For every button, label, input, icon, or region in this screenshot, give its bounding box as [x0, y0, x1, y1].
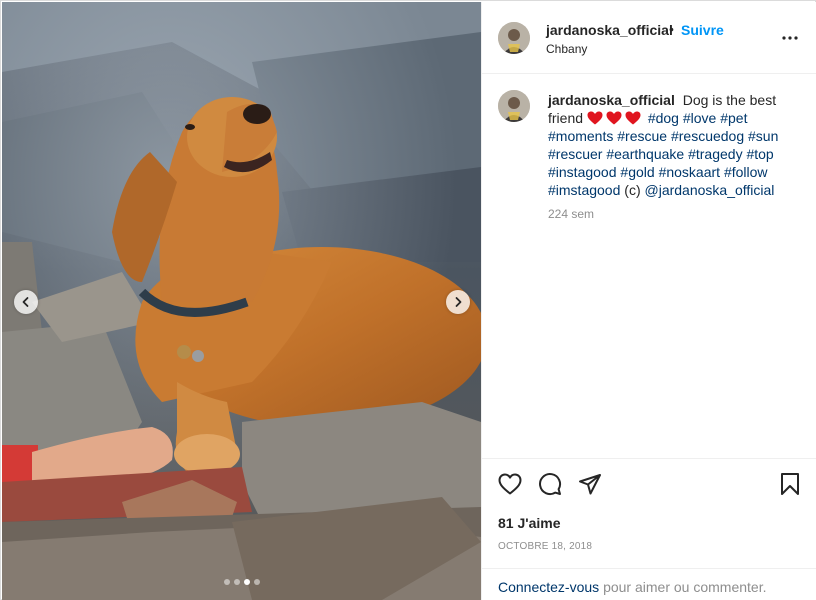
chevron-right-icon — [455, 297, 462, 307]
comment-bubble-icon — [539, 473, 562, 496]
comment-button[interactable] — [538, 472, 562, 496]
bookmark-icon — [781, 473, 799, 495]
avatar[interactable] — [498, 22, 530, 54]
paper-plane-icon — [579, 474, 601, 495]
author-username[interactable]: jardanoska_official — [546, 22, 673, 38]
login-suffix: pour aimer ou commenter. — [603, 579, 767, 595]
login-prompt-text: Connectez-vous pour aimer ou commenter. — [498, 579, 766, 595]
avatar-image — [498, 90, 530, 122]
hashtag-link[interactable]: #moments — [548, 128, 613, 144]
hashtag-link[interactable]: #dog — [648, 110, 679, 126]
caption-suffix: (c) — [624, 182, 641, 198]
more-options-button[interactable] — [778, 26, 802, 50]
post-sidebar: jardanoska_official • Suivre Chbany jard… — [481, 2, 816, 600]
carousel-prev-button[interactable] — [14, 290, 38, 314]
follow-button[interactable]: Suivre — [681, 22, 724, 38]
hashtag-link[interactable]: #rescuer — [548, 146, 602, 162]
like-button[interactable] — [498, 472, 522, 496]
hashtag-link[interactable]: #pet — [720, 110, 747, 126]
save-button[interactable] — [778, 472, 802, 496]
heart-outline-icon — [498, 473, 522, 495]
dog-photo — [2, 2, 481, 600]
carousel-dot — [234, 579, 240, 585]
hashtag-link[interactable]: #rescuedog — [671, 128, 744, 144]
caption-avatar[interactable] — [498, 90, 530, 122]
hashtag-link[interactable]: #instagood — [548, 164, 617, 180]
hashtag-link[interactable]: #tragedy — [688, 146, 742, 162]
hashtag-link[interactable]: #earthquake — [606, 146, 684, 162]
more-horizontal-icon — [782, 36, 798, 40]
caption-emojis — [587, 110, 648, 126]
carousel-dot — [224, 579, 230, 585]
post-dialog: jardanoska_official • Suivre Chbany jard… — [0, 0, 816, 600]
hashtag-link[interactable]: #gold — [620, 164, 654, 180]
red-heart-icon — [587, 111, 603, 125]
chevron-left-icon — [22, 297, 29, 307]
location-link[interactable]: Chbany — [546, 42, 587, 56]
carousel-dot — [244, 579, 250, 585]
share-button[interactable] — [578, 472, 602, 496]
hashtag-link[interactable]: #noskaart — [659, 164, 720, 180]
caption-username[interactable]: jardanoska_official — [548, 92, 675, 108]
comments-section: jardanoska_official Dog is the best frie… — [482, 74, 816, 458]
separator-dot: • — [669, 21, 674, 37]
mention-link[interactable]: @jardanoska_official — [645, 182, 775, 198]
carousel-next-button[interactable] — [446, 290, 470, 314]
red-heart-icon — [625, 111, 641, 125]
hashtag-link[interactable]: #love — [683, 110, 716, 126]
post-header: jardanoska_official • Suivre Chbany — [482, 2, 816, 74]
carousel-indicator — [224, 579, 260, 585]
post-media[interactable] — [2, 2, 481, 600]
post-date: OCTOBRE 18, 2018 — [498, 541, 593, 552]
login-prompt: Connectez-vous pour aimer ou commenter. — [482, 568, 816, 600]
avatar-image — [498, 22, 530, 54]
hashtag-link[interactable]: #sun — [748, 128, 778, 144]
comment-relative-time: 224 sem — [548, 207, 595, 221]
post-caption: jardanoska_official Dog is the best frie… — [548, 91, 780, 199]
likes-count[interactable]: 81 J'aime — [498, 515, 561, 531]
carousel-dot — [254, 579, 260, 585]
hashtag-link[interactable]: #top — [746, 146, 773, 162]
hashtag-link[interactable]: #imstagood — [548, 182, 620, 198]
login-link[interactable]: Connectez-vous — [498, 579, 599, 595]
red-heart-icon — [606, 111, 622, 125]
action-bar — [482, 458, 816, 508]
hashtag-link[interactable]: #rescue — [617, 128, 667, 144]
hashtag-link[interactable]: #follow — [724, 164, 768, 180]
